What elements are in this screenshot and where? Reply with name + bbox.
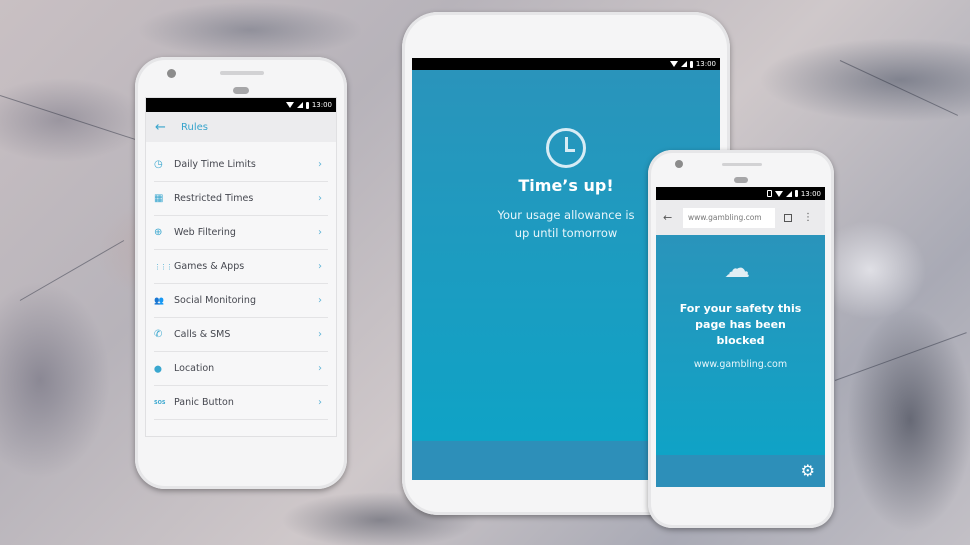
blocked-title: For your safety this page has been block… xyxy=(679,302,802,347)
app-bar: ← Rules xyxy=(146,112,336,142)
browser-footer-bar: ⚙ xyxy=(656,455,825,487)
browser-phone: 13:00 ← www.gambling.com ⋮ ☁ For your sa… xyxy=(648,150,834,528)
rule-label: Location xyxy=(174,363,215,374)
rule-social-monitoring[interactable]: 👥 Social Monitoring › xyxy=(154,284,328,318)
rule-label: Daily Time Limits xyxy=(174,159,256,170)
wifi-icon xyxy=(669,61,678,67)
page-title: Rules xyxy=(181,121,208,133)
arrow-left-icon[interactable]: ← xyxy=(663,211,683,224)
url-bar[interactable]: www.gambling.com xyxy=(683,207,775,228)
chevron-right-icon: › xyxy=(318,227,322,238)
blocked-page: ☁ For your safety this page has been blo… xyxy=(656,235,825,455)
rule-web-filtering[interactable]: ⊕ Web Filtering › xyxy=(154,216,328,250)
rule-daily-time-limits[interactable]: ◷ Daily Time Limits › xyxy=(154,148,328,182)
signal-icon xyxy=(296,102,303,108)
background-texture xyxy=(834,332,967,381)
status-bar: 13:00 xyxy=(656,187,825,200)
rule-games-apps[interactable]: ⋮⋮⋮ Games & Apps › xyxy=(154,250,328,284)
blocked-url: www.gambling.com xyxy=(693,359,788,370)
rules-phone: 13:00 ← Rules ◷ Daily Time Limits › ▦ Re… xyxy=(135,57,347,489)
arrow-left-icon[interactable]: ← xyxy=(155,120,177,135)
browser-toolbar: ← www.gambling.com ⋮ xyxy=(656,200,825,235)
globe-icon: ⊕ xyxy=(154,227,163,238)
calendar-icon: ▦ xyxy=(154,193,164,204)
status-bar: 13:00 xyxy=(146,98,336,112)
front-camera xyxy=(675,160,683,168)
speaker xyxy=(722,163,762,166)
status-time: 13:00 xyxy=(311,101,332,109)
front-camera xyxy=(167,69,176,78)
speaker xyxy=(220,71,264,75)
chevron-right-icon: › xyxy=(318,295,322,306)
chevron-right-icon: › xyxy=(318,363,322,374)
battery-icon xyxy=(689,60,693,68)
signal-icon xyxy=(680,61,687,67)
rule-label: Restricted Times xyxy=(174,193,254,204)
vibrate-icon xyxy=(766,190,772,197)
gear-icon[interactable]: ⚙ xyxy=(801,461,815,480)
clock-icon xyxy=(546,128,586,168)
battery-icon xyxy=(305,101,309,109)
wifi-icon xyxy=(285,102,294,108)
rule-location[interactable]: ⬤ Location › xyxy=(154,352,328,386)
sensor xyxy=(734,177,748,183)
chevron-right-icon: › xyxy=(318,193,322,204)
rule-panic-button[interactable]: SOS Panic Button › xyxy=(154,386,328,420)
rule-label: Calls & SMS xyxy=(174,329,231,340)
rule-label: Games & Apps xyxy=(174,261,245,272)
rules-screen: 13:00 ← Rules ◷ Daily Time Limits › ▦ Re… xyxy=(145,97,337,437)
background-texture xyxy=(19,240,125,301)
rule-label: Social Monitoring xyxy=(174,295,256,306)
chevron-right-icon: › xyxy=(318,261,322,272)
more-vert-icon[interactable]: ⋮ xyxy=(803,212,813,223)
status-time: 13:00 xyxy=(800,189,821,198)
apps-grid-icon: ⋮⋮⋮ xyxy=(154,262,173,271)
rules-list: ◷ Daily Time Limits › ▦ Restricted Times… xyxy=(146,148,336,420)
sensor xyxy=(233,87,249,94)
sos-icon: SOS xyxy=(154,399,166,406)
tabs-icon[interactable] xyxy=(784,213,792,222)
phone-icon: ✆ xyxy=(154,329,163,340)
chevron-right-icon: › xyxy=(318,159,322,170)
status-time: 13:00 xyxy=(695,60,716,68)
rule-restricted-times[interactable]: ▦ Restricted Times › xyxy=(154,182,328,216)
signal-icon xyxy=(785,190,792,197)
rule-calls-sms[interactable]: ✆ Calls & SMS › xyxy=(154,318,328,352)
background-texture xyxy=(839,60,959,116)
cloud-icon: ☁ xyxy=(724,254,750,284)
clock-icon: ◷ xyxy=(154,159,163,170)
wifi-icon xyxy=(774,190,783,197)
location-pin-icon: ⬤ xyxy=(154,364,162,373)
rule-label: Panic Button xyxy=(174,397,234,408)
battery-icon xyxy=(794,190,798,197)
chevron-right-icon: › xyxy=(318,397,322,408)
rule-label: Web Filtering xyxy=(174,227,236,238)
people-icon: 👥 xyxy=(154,296,164,305)
chevron-right-icon: › xyxy=(318,329,322,340)
status-bar: 13:00 xyxy=(412,58,720,70)
